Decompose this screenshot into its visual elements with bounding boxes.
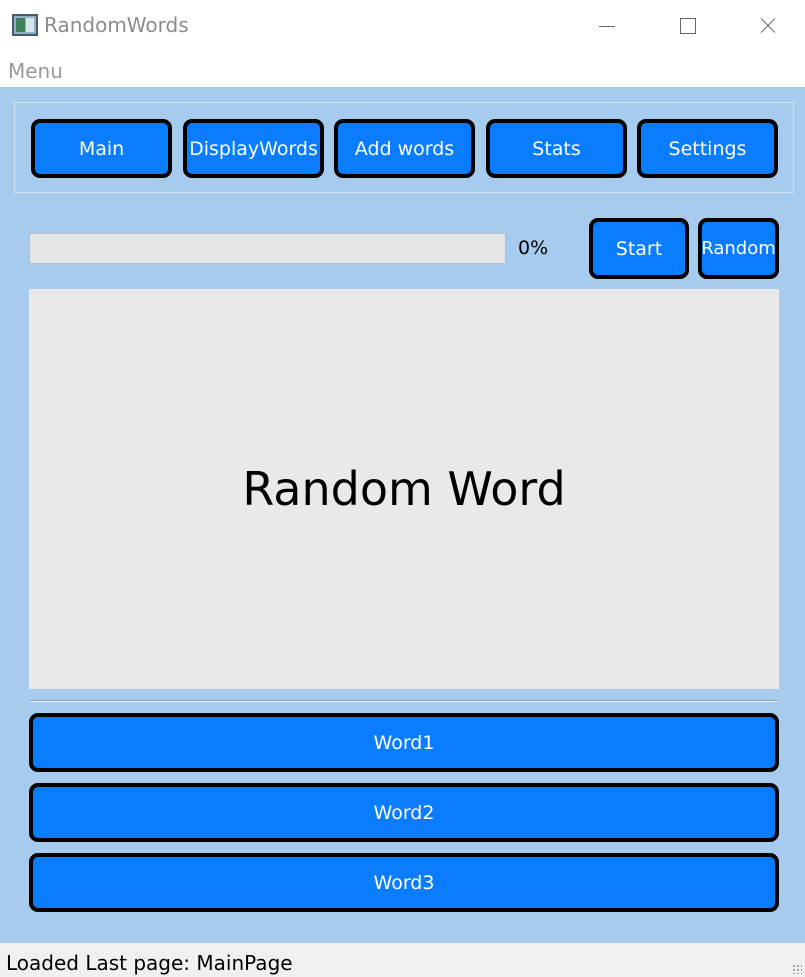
- word-display: Random Word: [29, 289, 779, 689]
- nav-stats-button[interactable]: Stats: [486, 119, 627, 178]
- main-area: Main DisplayWords Add words Stats Settin…: [0, 87, 805, 943]
- minimize-icon[interactable]: [587, 8, 627, 44]
- random-word-text: Random Word: [242, 462, 566, 516]
- random-button[interactable]: Random: [698, 218, 779, 279]
- word-choice-button-3[interactable]: Word3: [29, 853, 779, 912]
- nav-settings-button[interactable]: Settings: [637, 119, 778, 178]
- menu-item-menu[interactable]: Menu: [8, 59, 63, 83]
- maximize-icon[interactable]: [667, 8, 707, 44]
- word-choice-button-1[interactable]: Word1: [29, 713, 779, 772]
- close-icon[interactable]: [748, 8, 788, 44]
- menu-bar: Menu: [0, 52, 805, 87]
- nav-displaywords-button[interactable]: DisplayWords: [183, 119, 324, 178]
- status-bar: Loaded Last page: MainPage: [0, 943, 805, 977]
- word-choice-button-2[interactable]: Word2: [29, 783, 779, 842]
- progress-label: 0%: [518, 237, 549, 259]
- progress-bar: [29, 233, 506, 264]
- status-text: Loaded Last page: MainPage: [6, 951, 293, 975]
- start-button[interactable]: Start: [589, 218, 689, 279]
- nav-main-button[interactable]: Main: [31, 119, 172, 178]
- resize-grip-icon[interactable]: [792, 964, 802, 974]
- app-icon: [12, 14, 38, 36]
- window-title: RandomWords: [44, 13, 189, 37]
- nav-group: Main DisplayWords Add words Stats Settin…: [14, 102, 794, 193]
- nav-add-words-button[interactable]: Add words: [334, 119, 475, 178]
- divider: [29, 700, 779, 702]
- title-bar: RandomWords: [0, 0, 805, 52]
